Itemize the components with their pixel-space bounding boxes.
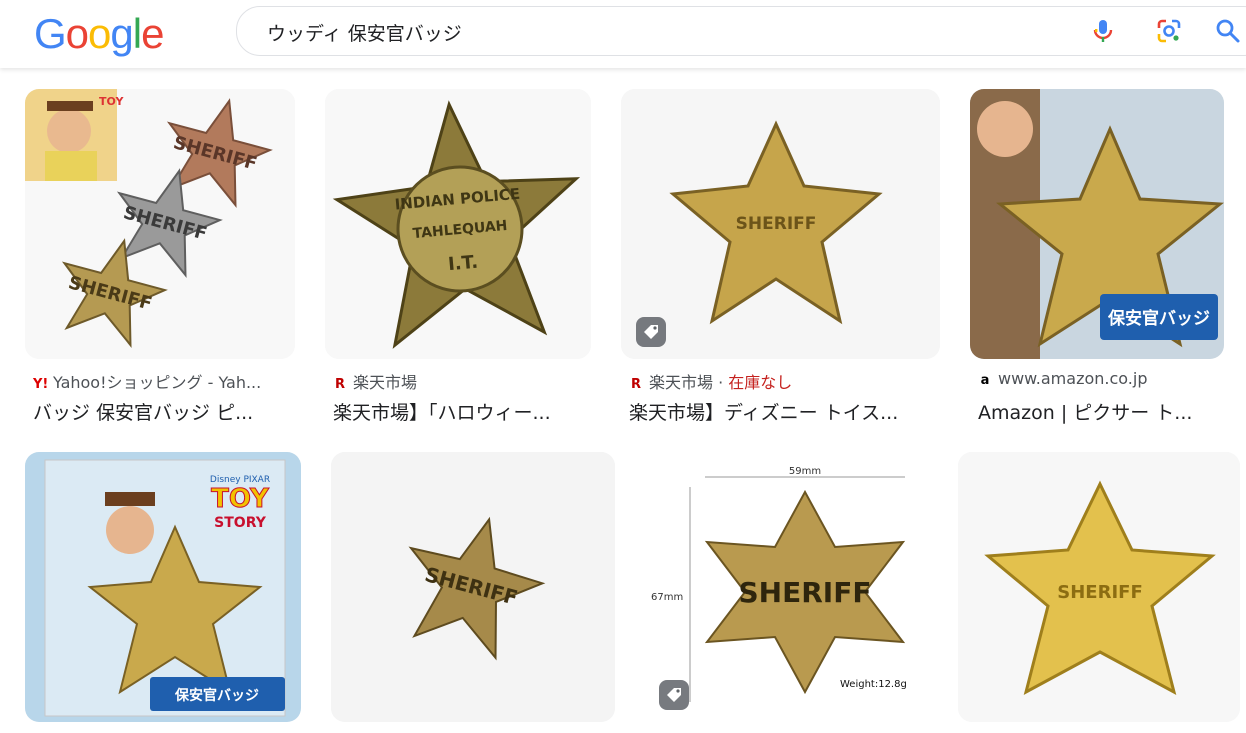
- logo-letter: G: [34, 10, 67, 57]
- badge-text-gold: SHERIFF: [736, 214, 817, 234]
- top-bar: Google ウッディ 保安官バッジ: [0, 0, 1246, 68]
- result-title[interactable]: 楽天市場】ディズニー トイス...: [629, 398, 940, 425]
- result-image-6[interactable]: SHERIFF: [331, 452, 615, 722]
- dimension-height-label: 67mm: [651, 592, 683, 603]
- result-image-3[interactable]: SHERIFF: [621, 89, 940, 359]
- result-image-7[interactable]: 59mm 67mm SHERIFF Weight:12.8g: [645, 452, 928, 722]
- logo-letter: e: [141, 10, 164, 57]
- result-source[interactable]: R 楽天市場 · 在庫なし: [629, 369, 792, 393]
- logo-letter: l: [132, 10, 142, 57]
- weight-label: Weight:12.8g: [840, 679, 907, 690]
- search-query[interactable]: ウッディ 保安官バッジ: [267, 19, 462, 46]
- badge-text-it: I.T.: [447, 252, 479, 276]
- google-lens-icon[interactable]: [1155, 17, 1183, 45]
- logo-letter: o: [65, 10, 89, 57]
- dimension-width-label: 59mm: [789, 466, 821, 477]
- rakuten-favicon-icon: R: [630, 377, 641, 392]
- result-source[interactable]: R 楽天市場: [333, 369, 417, 393]
- result-image-8[interactable]: SHERIFF: [958, 452, 1240, 722]
- shopping-tag-icon: [659, 680, 689, 710]
- result-image-2[interactable]: INDIAN POLICE TAHLEQUAH I.T.: [325, 89, 591, 359]
- logo-letter: o: [88, 10, 111, 57]
- toy-story-logo-text: TOY: [99, 95, 124, 108]
- package-label: 保安官バッジ: [1107, 308, 1210, 329]
- result-title[interactable]: 楽天市場】「ハロウィー...: [333, 398, 591, 425]
- result-source[interactable]: Y! Yahoo!ショッピング - Yah...: [33, 369, 261, 393]
- badge-text-hex: SHERIFF: [739, 576, 872, 609]
- result-image-4[interactable]: 保安官バッジ: [970, 89, 1224, 359]
- result-title[interactable]: Amazon | ピクサー ト...: [978, 398, 1224, 425]
- yahoo-favicon-icon: Y!: [33, 377, 49, 392]
- google-logo[interactable]: Google: [34, 10, 164, 58]
- search-icon[interactable]: [1214, 17, 1242, 45]
- result-image-1[interactable]: TOY SHERIFF SHERIFF SHERIFF: [25, 89, 295, 359]
- microphone-icon[interactable]: [1089, 17, 1117, 45]
- shopping-tag-icon: [636, 317, 666, 347]
- stock-status: 在庫なし: [728, 373, 793, 392]
- amazon-favicon-icon: a: [980, 373, 990, 388]
- package-label: 保安官バッジ: [174, 687, 259, 704]
- badge-text-shiny: SHERIFF: [1057, 582, 1142, 603]
- rakuten-favicon-icon: R: [334, 377, 345, 392]
- toy-logo-text: TOY: [211, 484, 270, 514]
- result-image-5[interactable]: Disney PIXAR TOY STORY 保安官バッジ: [25, 452, 301, 722]
- result-title[interactable]: バッジ 保安官バッジ ピ...: [33, 398, 295, 425]
- story-logo-text: STORY: [214, 515, 267, 531]
- logo-letter: g: [110, 10, 133, 57]
- result-source[interactable]: a www.amazon.co.jp: [978, 369, 1148, 388]
- search-box[interactable]: ウッディ 保安官バッジ: [236, 6, 1246, 56]
